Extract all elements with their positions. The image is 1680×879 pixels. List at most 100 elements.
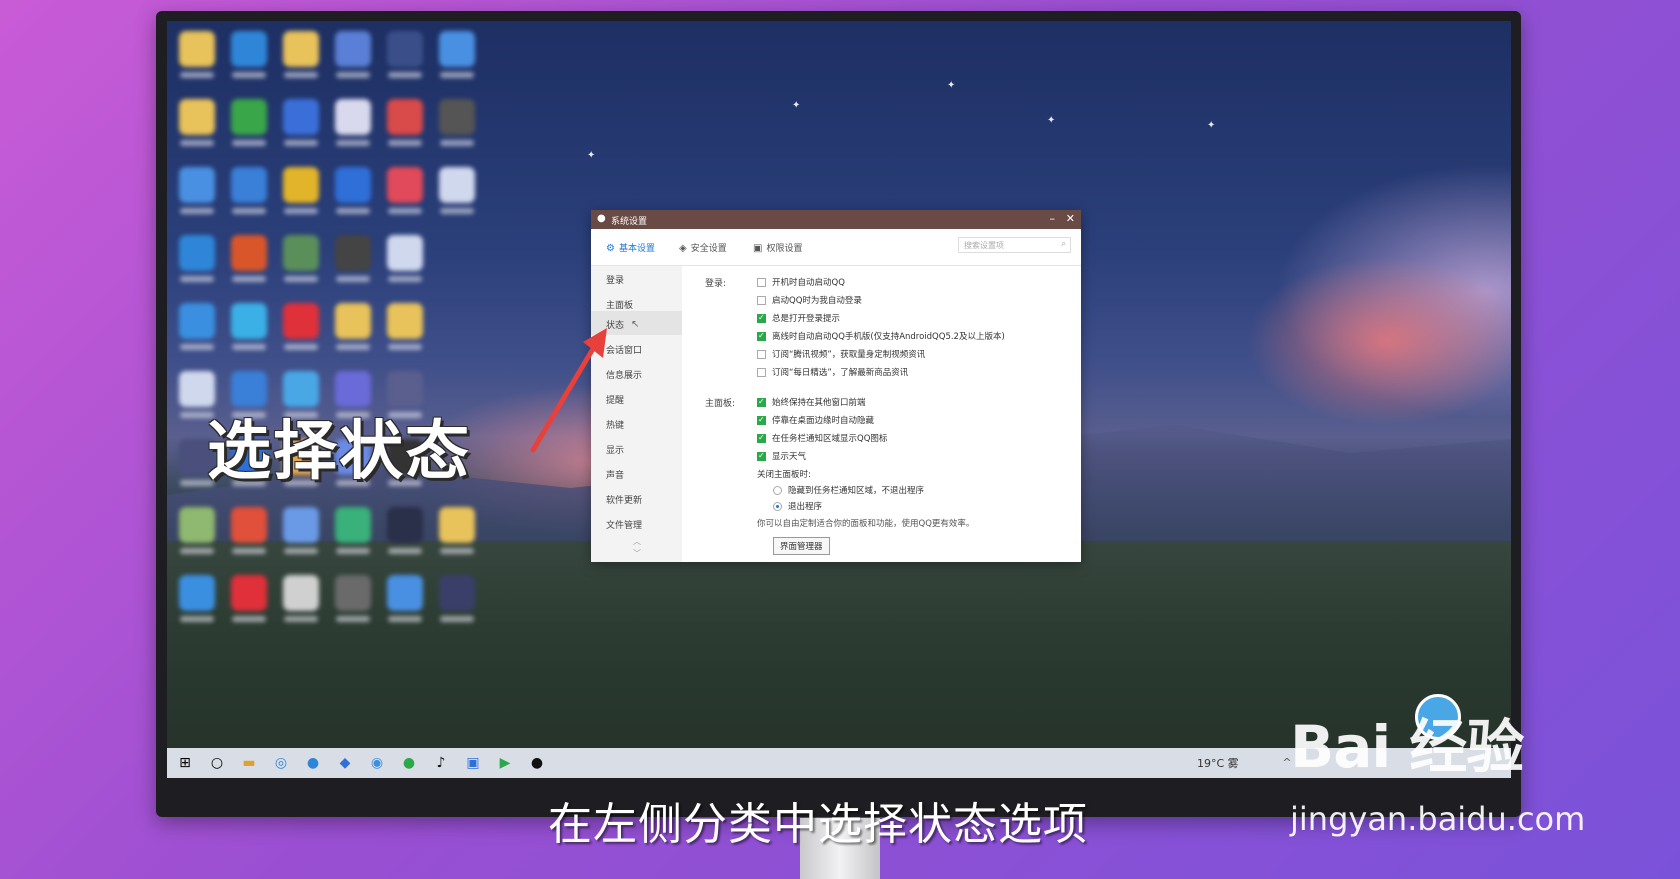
checkbox-checked[interactable] <box>757 331 766 341</box>
desktop-icon[interactable] <box>437 167 477 223</box>
desktop-icon[interactable] <box>437 507 477 563</box>
checkbox[interactable] <box>757 368 766 377</box>
sidebar-item-main-panel[interactable]: 主面板 <box>606 298 633 311</box>
option-mobile-qq[interactable]: 离线时自动启动QQ手机版(仅支持AndroidQQ5.2及以上版本) <box>757 330 1005 342</box>
video-player-icon[interactable]: ▶ <box>495 753 515 773</box>
option-label: 订阅“每日精选”，了解最新商品资讯 <box>772 368 909 378</box>
radio-exit-program[interactable]: 退出程序 <box>773 500 822 512</box>
option-show-weather[interactable]: 显示天气 <box>757 450 806 462</box>
option-always-on-top[interactable]: 始终保持在其他窗口前端 <box>757 396 866 408</box>
sidebar-item-file-management[interactable]: 文件管理 <box>606 518 642 531</box>
desktop-icon[interactable] <box>177 235 217 291</box>
shield-icon: ◈ <box>679 243 687 254</box>
option-label: 停靠在桌面边缘时自动隐藏 <box>772 416 875 426</box>
dialog-titlebar[interactable]: ● 系统设置 – ✕ <box>591 210 1081 229</box>
desktop-icon[interactable] <box>281 167 321 223</box>
desktop-icon[interactable] <box>229 99 269 155</box>
desktop-icon[interactable] <box>385 575 425 631</box>
baidu-watermark: Bai 经验 jingyan.baidu.com <box>1290 694 1585 838</box>
file-explorer-icon[interactable]: ▬ <box>239 753 259 773</box>
interface-manager-button[interactable]: 界面管理器 <box>773 537 830 555</box>
option-autologin[interactable]: 启动QQ时为我自动登录 <box>757 294 862 306</box>
radio-hide-to-tray[interactable]: 隐藏到任务栏通知区域，不退出程序 <box>773 484 924 496</box>
checkbox-checked[interactable] <box>757 433 766 443</box>
desktop-icon[interactable] <box>333 31 373 87</box>
sidebar-item-software-update[interactable]: 软件更新 <box>606 493 642 506</box>
checkbox-checked[interactable] <box>757 451 766 461</box>
desktop-icon[interactable] <box>177 99 217 155</box>
checkbox-checked[interactable] <box>757 313 766 323</box>
edge-icon[interactable]: ● <box>303 753 323 773</box>
browser-icon[interactable]: ◎ <box>271 753 291 773</box>
desktop-icon[interactable] <box>177 303 217 359</box>
option-auto-hide[interactable]: 停靠在桌面边缘时自动隐藏 <box>757 414 874 426</box>
checkbox-checked[interactable] <box>757 397 766 407</box>
desktop-icon[interactable] <box>229 303 269 359</box>
desktop-icon[interactable] <box>437 575 477 631</box>
desktop-icon[interactable] <box>281 99 321 155</box>
scroll-down-icon[interactable]: ﹀ <box>633 548 641 559</box>
mail-icon[interactable]: ◆ <box>335 753 355 773</box>
search-placeholder: 搜索设置项 <box>964 241 1004 250</box>
desktop-icon[interactable] <box>437 31 477 87</box>
screenshot-icon[interactable]: ▣ <box>463 753 483 773</box>
desktop-icon[interactable] <box>177 507 217 563</box>
desktop-icon[interactable] <box>333 507 373 563</box>
desktop-icon[interactable] <box>281 31 321 87</box>
option-tray-icon[interactable]: 在任务栏通知区域显示QQ图标 <box>757 432 887 444</box>
checkbox[interactable] <box>757 278 766 287</box>
tab-basic-settings[interactable]: ⚙ 基本设置 <box>606 241 655 254</box>
desktop-icon[interactable] <box>229 167 269 223</box>
desktop-icon[interactable] <box>333 303 373 359</box>
minimize-button[interactable]: – <box>1050 212 1056 225</box>
desktop-icon[interactable] <box>385 31 425 87</box>
close-button[interactable]: ✕ <box>1066 212 1075 225</box>
desktop-icon[interactable] <box>437 99 477 155</box>
search-circle-icon[interactable]: ○ <box>207 753 227 773</box>
desktop-icon[interactable] <box>229 235 269 291</box>
desktop-icon[interactable] <box>281 507 321 563</box>
scroll-up-icon[interactable]: ︿ <box>633 536 641 547</box>
desktop-icon[interactable] <box>385 235 425 291</box>
weather-widget[interactable]: 19°C 雾 <box>1197 755 1239 771</box>
desktop-icon[interactable] <box>333 575 373 631</box>
wechat-icon[interactable]: ● <box>399 753 419 773</box>
tab-security-settings[interactable]: ◈ 安全设置 <box>679 241 727 254</box>
desktop-icon[interactable] <box>281 575 321 631</box>
checkbox-checked[interactable] <box>757 415 766 425</box>
desktop-icon[interactable] <box>177 31 217 87</box>
desktop-icon[interactable] <box>333 235 373 291</box>
sidebar-item-sound[interactable]: 声音 <box>606 468 624 481</box>
checkbox[interactable] <box>757 296 766 305</box>
desktop-icon[interactable] <box>333 167 373 223</box>
search-input[interactable]: 搜索设置项 ⌕ <box>958 237 1071 253</box>
option-autostart[interactable]: 开机时自动启动QQ <box>757 276 845 288</box>
checkbox[interactable] <box>757 350 766 359</box>
radio-checked[interactable] <box>773 502 782 511</box>
option-subscribe-video[interactable]: 订阅“腾讯视频”，获取量身定制视频资讯 <box>757 348 925 360</box>
desktop-icon[interactable] <box>385 99 425 155</box>
desktop-icon[interactable] <box>385 167 425 223</box>
desktop-icon[interactable] <box>229 575 269 631</box>
star: ✦ <box>1207 120 1216 131</box>
windows-start-icon[interactable]: ⊞ <box>175 753 195 773</box>
desktop-icon[interactable] <box>177 575 217 631</box>
tiktok-icon[interactable]: ♪ <box>431 753 451 773</box>
option-label: 离线时自动启动QQ手机版(仅支持AndroidQQ5.2及以上版本) <box>772 332 1005 342</box>
desktop-icon[interactable] <box>385 303 425 359</box>
desktop-icon[interactable] <box>177 167 217 223</box>
option-login-prompt[interactable]: 总是打开登录提示 <box>757 312 840 324</box>
option-subscribe-daily[interactable]: 订阅“每日精选”，了解最新商品资讯 <box>757 366 908 378</box>
sidebar-item-login[interactable]: 登录 <box>606 273 624 286</box>
desktop-icon[interactable] <box>229 31 269 87</box>
qq-penguin-icon[interactable]: ● <box>527 753 547 773</box>
dialog-title: 系统设置 <box>611 217 648 227</box>
desktop-icon[interactable] <box>281 235 321 291</box>
desktop-icon[interactable] <box>385 507 425 563</box>
desktop-icon[interactable] <box>333 99 373 155</box>
desktop-icon[interactable] <box>281 303 321 359</box>
app-icon[interactable]: ◉ <box>367 753 387 773</box>
radio[interactable] <box>773 486 782 495</box>
tab-permission-settings[interactable]: ▣ 权限设置 <box>753 241 802 254</box>
desktop-icon[interactable] <box>229 507 269 563</box>
